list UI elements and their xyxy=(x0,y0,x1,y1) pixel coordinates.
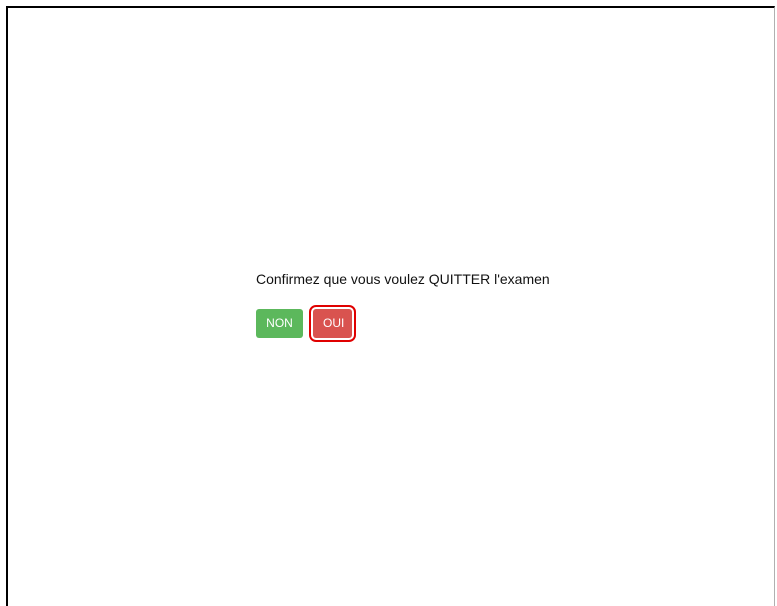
yes-button[interactable]: OUI xyxy=(313,309,352,338)
confirm-message: Confirmez que vous voulez QUITTER l'exam… xyxy=(256,271,550,287)
quit-confirm-dialog: Confirmez que vous voulez QUITTER l'exam… xyxy=(256,270,550,342)
button-row: NON OUI xyxy=(256,305,550,342)
yes-button-highlight: OUI xyxy=(309,305,356,342)
page-frame: Confirmez que vous voulez QUITTER l'exam… xyxy=(6,6,775,606)
no-button[interactable]: NON xyxy=(256,309,303,338)
